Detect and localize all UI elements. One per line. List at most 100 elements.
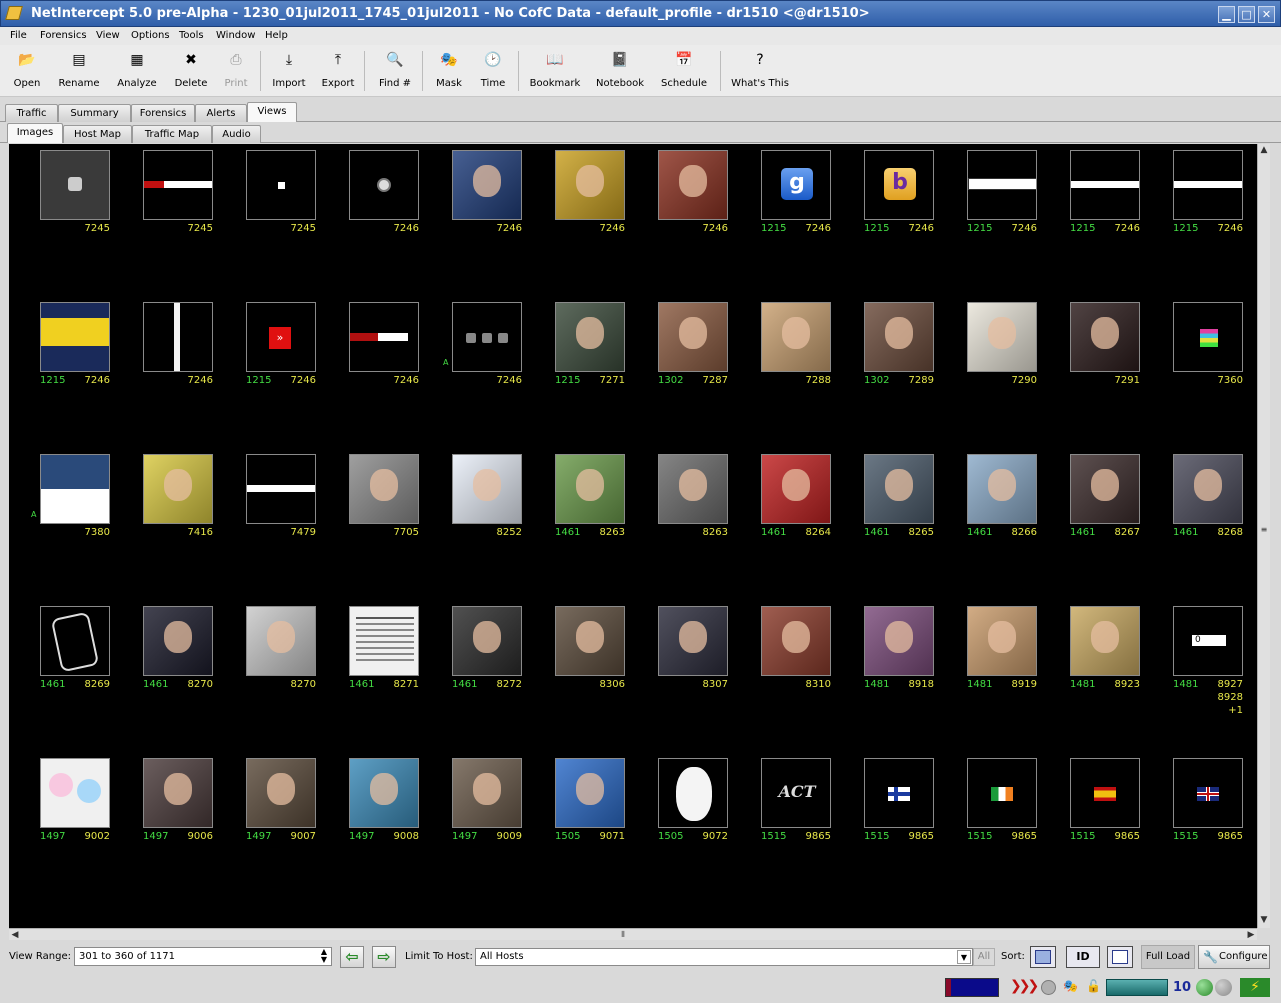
tab-traffic[interactable]: Traffic xyxy=(5,104,58,122)
image-cell[interactable]: 8252 xyxy=(421,448,524,588)
image-thumbnail[interactable] xyxy=(1173,758,1243,828)
sort-by-time-button[interactable] xyxy=(1030,946,1056,968)
image-thumbnail[interactable] xyxy=(452,758,522,828)
image-cell[interactable]: 8263 xyxy=(627,448,730,588)
delete-button[interactable]: ✖ Delete xyxy=(170,49,212,95)
configure-button[interactable]: 🔧 Configure xyxy=(1198,945,1270,969)
image-cell[interactable]: 7245 xyxy=(215,144,318,284)
image-cell[interactable]: 8270 xyxy=(215,600,318,740)
menu-view[interactable]: View xyxy=(96,30,120,41)
image-cell[interactable]: 8307 xyxy=(627,600,730,740)
scroll-left-icon[interactable]: ◀ xyxy=(9,929,21,941)
image-thumbnail[interactable] xyxy=(1070,758,1140,828)
menu-tools[interactable]: Tools xyxy=(179,30,204,41)
image-cell[interactable]: 1481 8918 xyxy=(833,600,936,740)
menu-options[interactable]: Options xyxy=(131,30,170,41)
limit-host-select[interactable]: All Hosts ▼ xyxy=(475,948,973,966)
image-thumbnail[interactable] xyxy=(967,758,1037,828)
image-thumbnail[interactable] xyxy=(40,758,110,828)
image-thumbnail[interactable] xyxy=(246,758,316,828)
menu-window[interactable]: Window xyxy=(216,30,255,41)
image-thumbnail[interactable] xyxy=(658,454,728,524)
image-thumbnail[interactable] xyxy=(761,302,831,372)
image-cell[interactable]: 1515 9865 xyxy=(833,752,936,892)
image-thumbnail[interactable] xyxy=(143,454,213,524)
image-thumbnail[interactable] xyxy=(967,454,1037,524)
tab-audio[interactable]: Audio xyxy=(212,125,261,143)
bookmark-button[interactable]: 📖 Bookmark xyxy=(529,49,581,95)
image-thumbnail[interactable] xyxy=(349,150,419,220)
image-cell[interactable]: 1505 9072 xyxy=(627,752,730,892)
analyze-button[interactable]: ▦ Analyze xyxy=(112,49,162,95)
image-thumbnail[interactable] xyxy=(143,150,213,220)
image-thumbnail[interactable] xyxy=(40,150,110,220)
image-cell[interactable]: 7288 xyxy=(730,296,833,436)
image-cell[interactable]: 1497 9002 xyxy=(9,752,112,892)
scroll-right-icon[interactable]: ▶ xyxy=(1245,929,1257,941)
close-button[interactable]: ✕ xyxy=(1258,6,1275,23)
image-cell[interactable]: 7246 xyxy=(318,144,421,284)
image-cell[interactable]: 1505 9071 xyxy=(524,752,627,892)
image-cell[interactable]: g 1215 7246 xyxy=(730,144,833,284)
view-range-spinner[interactable]: 301 to 360 of 1171 ▲ ▼ xyxy=(74,947,332,966)
image-cell[interactable]: 1497 9006 xyxy=(112,752,215,892)
image-cell[interactable]: 7245 xyxy=(112,144,215,284)
previous-page-button[interactable]: ⇦ xyxy=(340,946,364,968)
image-thumbnail[interactable] xyxy=(555,150,625,220)
image-thumbnail[interactable] xyxy=(246,454,316,524)
image-cell[interactable]: 1497 9008 xyxy=(318,752,421,892)
image-thumbnail[interactable] xyxy=(555,302,625,372)
image-thumbnail[interactable] xyxy=(761,606,831,676)
image-thumbnail[interactable] xyxy=(349,606,419,676)
notebook-button[interactable]: 📓 Notebook xyxy=(593,49,647,95)
image-thumbnail[interactable]: 0 xyxy=(1173,606,1243,676)
image-thumbnail[interactable] xyxy=(864,758,934,828)
scroll-down-icon[interactable]: ▼ xyxy=(1258,914,1270,926)
image-cell[interactable]: 1461 8265 xyxy=(833,448,936,588)
image-thumbnail[interactable] xyxy=(658,758,728,828)
sort-by-size-button[interactable] xyxy=(1107,946,1133,968)
image-thumbnail[interactable] xyxy=(1173,302,1243,372)
image-thumbnail[interactable] xyxy=(761,454,831,524)
image-thumbnail[interactable]: » xyxy=(246,302,316,372)
image-cell[interactable]: 1461 8268 xyxy=(1142,448,1245,588)
full-load-button[interactable]: Full Load xyxy=(1141,945,1195,969)
image-cell[interactable]: 7246 xyxy=(112,296,215,436)
image-thumbnail[interactable] xyxy=(452,302,522,372)
image-cell[interactable]: 7246 xyxy=(318,296,421,436)
image-cell[interactable]: 1481 8919 xyxy=(936,600,1039,740)
menu-help[interactable]: Help xyxy=(265,30,288,41)
image-cell[interactable]: 1515 9865 xyxy=(936,752,1039,892)
image-cell[interactable]: 1461 8267 xyxy=(1039,448,1142,588)
image-cell[interactable]: 1215 7246 xyxy=(1142,144,1245,284)
menu-forensics[interactable]: Forensics xyxy=(40,30,87,41)
image-cell[interactable]: 7246 xyxy=(421,144,524,284)
image-thumbnail[interactable] xyxy=(1173,150,1243,220)
image-cell[interactable]: 1481 8923 xyxy=(1039,600,1142,740)
image-thumbnail[interactable] xyxy=(246,606,316,676)
image-cell[interactable]: 7245 xyxy=(9,144,112,284)
image-cell[interactable]: 7291 xyxy=(1039,296,1142,436)
image-cell[interactable]: 1461 8272 xyxy=(421,600,524,740)
image-thumbnail[interactable] xyxy=(143,302,213,372)
image-cell[interactable]: 1461 8270 xyxy=(112,600,215,740)
maximize-button[interactable]: □ xyxy=(1238,6,1255,23)
image-thumbnail[interactable] xyxy=(555,758,625,828)
image-cell[interactable]: 0 1481 8927 8928 +1 xyxy=(1142,600,1245,740)
image-cell[interactable]: A 7380 xyxy=(9,448,112,588)
image-thumbnail[interactable] xyxy=(555,606,625,676)
vertical-scrollbar[interactable]: ▲ ≡ ▼ xyxy=(1257,144,1270,928)
image-cell[interactable]: 1515 9865 xyxy=(1039,752,1142,892)
what-s-this-button[interactable]: ? What's This xyxy=(729,49,791,95)
image-thumbnail[interactable] xyxy=(452,606,522,676)
image-cell[interactable]: 1215 7246 xyxy=(9,296,112,436)
image-cell[interactable]: A 7246 xyxy=(421,296,524,436)
image-thumbnail[interactable] xyxy=(864,454,934,524)
image-thumbnail[interactable] xyxy=(1070,606,1140,676)
image-cell[interactable]: 7246 xyxy=(627,144,730,284)
image-cell[interactable]: 8310 xyxy=(730,600,833,740)
tab-images[interactable]: Images xyxy=(7,123,63,143)
image-thumbnail[interactable] xyxy=(967,302,1037,372)
image-cell[interactable]: 1497 9009 xyxy=(421,752,524,892)
tab-host-map[interactable]: Host Map xyxy=(63,125,132,143)
